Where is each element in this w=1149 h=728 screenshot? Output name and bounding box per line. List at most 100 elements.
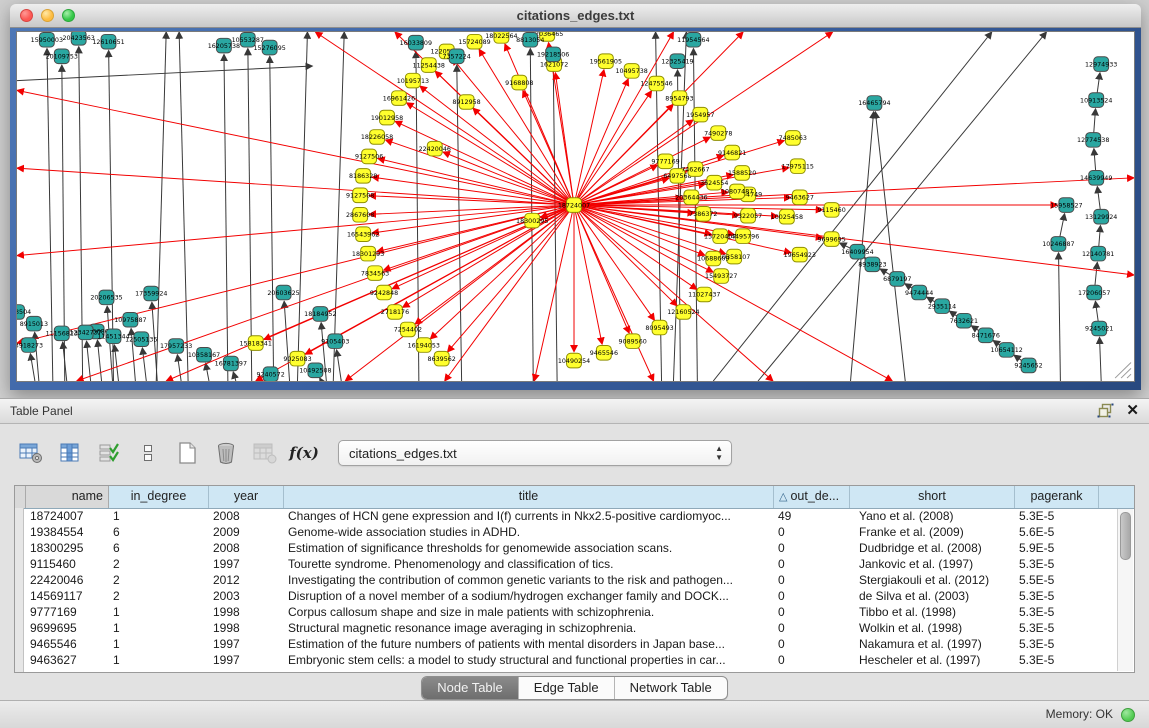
graph-node[interactable]: 20109753 (46, 49, 78, 64)
graph-node[interactable]: 12610651 (92, 34, 124, 49)
graph-node[interactable]: 10492508 (299, 363, 331, 378)
graph-node[interactable]: 7254402 (394, 322, 422, 337)
canvas-resize-grip[interactable] (1115, 363, 1131, 379)
graph-node[interactable]: 9127506 (355, 149, 383, 164)
graph-node[interactable]: 9105403 (321, 334, 349, 349)
graph-node[interactable]: 16543962 (347, 227, 379, 242)
graph-node[interactable]: 1588520 (728, 166, 756, 181)
tab-network-table[interactable]: Network Table (615, 677, 727, 699)
graph-node[interactable]: 9089560 (619, 334, 647, 349)
column-header-short[interactable]: short (850, 486, 1015, 508)
column-header-title[interactable]: title (284, 486, 774, 508)
graph-node[interactable]: 10025458 (771, 209, 803, 224)
function-builder-icon[interactable]: f(x) (291, 440, 317, 466)
graph-node[interactable]: 12140781 (1082, 246, 1114, 261)
graph-node[interactable]: 19561905 (590, 54, 622, 69)
graph-node[interactable]: 9245652 (1014, 358, 1042, 373)
graph-node[interactable]: 7632621 (950, 313, 978, 328)
table-selector[interactable]: citations_edges.txt ▲▼ (338, 440, 732, 466)
close-panel-icon[interactable]: ✕ (1126, 402, 1139, 420)
citation-network-graph[interactable]: 1872400712205619112544381019571316961426… (17, 32, 1134, 381)
graph-node[interactable]: 12974933 (1085, 57, 1117, 72)
graph-node[interactable]: 9146821 (718, 145, 746, 160)
graph-node[interactable]: 13129924 (1085, 209, 1117, 224)
graph-node[interactable]: 2718176 (381, 305, 409, 320)
select-rows-icon[interactable] (96, 440, 122, 466)
graph-node[interactable]: 19654923 (784, 247, 816, 262)
graph-node[interactable]: 14639949 (1080, 171, 1112, 186)
new-column-icon[interactable] (174, 440, 200, 466)
graph-node[interactable]: 20206535 (90, 290, 122, 305)
graph-node[interactable]: 7834563 (361, 266, 389, 281)
graph-node[interactable]: 15958527 (1050, 198, 1082, 213)
graph-node[interactable]: 20423563 (62, 32, 94, 45)
clear-selection-icon[interactable] (135, 440, 161, 466)
network-canvas[interactable]: 1872400712205619112544381019571316961426… (16, 31, 1135, 382)
graph-node[interactable]: 9465546 (590, 346, 618, 361)
graph-node[interactable]: 16961426 (383, 91, 415, 106)
table-row[interactable]: 2242004622012Investigating the contribut… (15, 572, 1118, 588)
graph-node[interactable]: 10654112 (991, 343, 1023, 358)
graph-node[interactable]: 9240572 (256, 367, 284, 381)
table-mode-icon[interactable] (18, 440, 44, 466)
window-titlebar[interactable]: citations_edges.txt (10, 4, 1141, 28)
close-window-button[interactable] (20, 9, 33, 22)
float-panel-icon[interactable] (1097, 403, 1114, 419)
graph-node[interactable]: 2935114 (928, 299, 956, 314)
graph-node[interactable]: 9245021 (1085, 321, 1113, 336)
table-row[interactable]: 977716911998Corpus callosum shape and si… (15, 604, 1118, 620)
graph-node[interactable]: 11954564 (677, 32, 709, 47)
table-row[interactable]: 911546021997Tourette syndrome. Phenomeno… (15, 556, 1118, 572)
column-header-name[interactable]: name (26, 486, 109, 508)
graph-node[interactable]: 3918273 (17, 338, 43, 353)
graph-node[interactable]: 8915013 (20, 316, 48, 331)
graph-node[interactable]: 18226058 (361, 130, 393, 145)
graph-node[interactable]: 8912958 (452, 95, 480, 110)
graph-node[interactable]: 17975115 (782, 159, 814, 174)
graph-node[interactable]: 17206057 (1078, 285, 1110, 300)
graph-node[interactable]: 9463627 (786, 190, 814, 205)
graph-node[interactable]: 16465794 (858, 96, 890, 111)
zoom-window-button[interactable] (62, 9, 75, 22)
graph-node[interactable]: 10246887 (1042, 237, 1074, 252)
column-header-pagerank[interactable]: pagerank (1015, 486, 1099, 508)
graph-node[interactable]: 16033809 (400, 35, 432, 50)
graph-node[interactable]: 1954957 (686, 107, 714, 122)
graph-node[interactable]: 15950003 (31, 32, 63, 47)
table-row[interactable]: 1830029562008Estimation of significance … (15, 540, 1118, 556)
delete-column-icon[interactable] (213, 440, 239, 466)
graph-node[interactable]: 8938923 (858, 257, 886, 272)
table-row[interactable]: 1938455462009Genome-wide association stu… (15, 524, 1118, 540)
graph-node[interactable]: 6879197 (883, 272, 911, 287)
scrollbar-thumb[interactable] (1120, 512, 1131, 560)
graph-node[interactable]: 8954793 (665, 91, 693, 106)
table-row[interactable]: 946362711997Embryonic stem cells: a mode… (15, 652, 1118, 668)
column-header-gutter[interactable] (15, 486, 26, 508)
vertical-scrollbar[interactable] (1117, 509, 1133, 671)
tab-node-table[interactable]: Node Table (422, 677, 519, 699)
graph-node[interactable]: 8471676 (972, 328, 1000, 343)
graph-node[interactable]: 12160524 (667, 305, 699, 320)
graph-node[interactable]: 10975887 (114, 312, 146, 327)
column-header-in_degree[interactable]: in_degree (109, 486, 209, 508)
graph-node[interactable]: 11027437 (688, 287, 720, 302)
delete-table-icon[interactable] (252, 440, 278, 466)
graph-node[interactable]: 12774538 (1077, 133, 1109, 148)
graph-nodes[interactable]: 1872400712205619112544381019571316961426… (17, 32, 1117, 381)
graph-node[interactable]: 17359924 (135, 286, 167, 301)
graph-node[interactable]: 7485063 (779, 131, 807, 146)
graph-node[interactable]: 9242848 (370, 285, 398, 300)
minimize-window-button[interactable] (41, 9, 54, 22)
graph-node[interactable]: 9168808 (505, 75, 533, 90)
graph-node[interactable]: 2867608 (346, 207, 374, 222)
graph-node[interactable]: 7386372 (689, 207, 717, 222)
graph-node[interactable]: 12505135 (125, 332, 157, 347)
graph-node[interactable]: 10195713 (397, 73, 429, 88)
table-row[interactable]: 1456911722003Disruption of a novel membe… (15, 588, 1118, 604)
graph-node[interactable]: 16194053 (408, 338, 440, 353)
graph-node[interactable]: 10495738 (616, 64, 648, 79)
graph-node[interactable]: 8186328 (349, 169, 377, 184)
graph-node[interactable]: 12475546 (640, 76, 672, 91)
memory-ok-indicator[interactable] (1121, 708, 1135, 722)
graph-node[interactable]: 19218506 (537, 47, 569, 62)
